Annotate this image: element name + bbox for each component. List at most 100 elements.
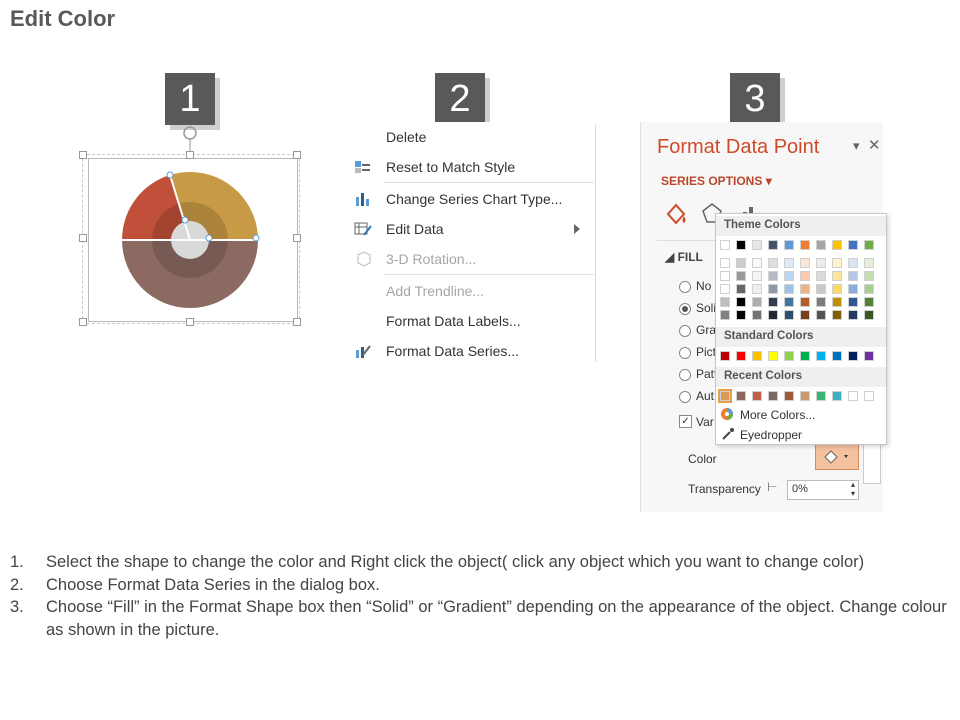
color-swatch[interactable]: [864, 297, 874, 307]
color-swatch[interactable]: [784, 310, 794, 320]
color-swatch[interactable]: [784, 351, 794, 361]
color-swatch[interactable]: [768, 297, 778, 307]
color-swatch[interactable]: [864, 351, 874, 361]
menu-item-change-chart-type[interactable]: Change Series Chart Type...: [348, 186, 594, 212]
color-swatch[interactable]: [736, 391, 746, 401]
resize-handle[interactable]: [293, 318, 301, 326]
color-swatch[interactable]: [816, 271, 826, 281]
color-swatch[interactable]: [736, 240, 746, 250]
color-swatch[interactable]: [784, 284, 794, 294]
color-swatch[interactable]: [816, 240, 826, 250]
radio-solid-fill[interactable]: [679, 303, 691, 315]
more-colors-link[interactable]: More Colors...: [740, 408, 815, 422]
color-swatch[interactable]: [864, 240, 874, 250]
color-swatch[interactable]: [800, 391, 810, 401]
color-swatch[interactable]: [784, 240, 794, 250]
radio-no-fill[interactable]: [679, 281, 691, 293]
color-swatch[interactable]: [864, 271, 874, 281]
color-swatch[interactable]: [800, 271, 810, 281]
color-swatch[interactable]: [800, 284, 810, 294]
spinner-icon[interactable]: ▴ ▾: [851, 480, 855, 498]
color-swatch[interactable]: [768, 271, 778, 281]
color-swatch[interactable]: [752, 351, 762, 361]
color-swatch[interactable]: [848, 258, 858, 268]
close-icon[interactable]: ✕: [868, 136, 881, 154]
color-swatch[interactable]: [720, 258, 730, 268]
color-swatch[interactable]: [800, 351, 810, 361]
resize-handle[interactable]: [186, 318, 194, 326]
color-swatch[interactable]: [848, 351, 858, 361]
fill-line-icon[interactable]: [663, 202, 689, 226]
color-swatch[interactable]: [848, 240, 858, 250]
color-swatch[interactable]: [752, 258, 762, 268]
color-swatch[interactable]: [736, 310, 746, 320]
color-swatch[interactable]: [736, 258, 746, 268]
color-swatch[interactable]: [832, 284, 842, 294]
fill-color-button[interactable]: [815, 444, 859, 470]
color-swatch[interactable]: [816, 284, 826, 294]
color-swatch[interactable]: [800, 297, 810, 307]
color-swatch[interactable]: [848, 271, 858, 281]
rotate-handle-icon[interactable]: [180, 124, 200, 152]
resize-handle[interactable]: [79, 318, 87, 326]
color-swatch[interactable]: [848, 297, 858, 307]
menu-item-reset-style[interactable]: Reset to Match Style: [348, 154, 594, 180]
color-swatch[interactable]: [832, 351, 842, 361]
resize-handle[interactable]: [293, 151, 301, 159]
color-swatch[interactable]: [752, 240, 762, 250]
color-swatch[interactable]: [800, 258, 810, 268]
pane-options-dropdown-icon[interactable]: ▾: [853, 138, 860, 154]
menu-item-add-trendline[interactable]: Add Trendline...: [348, 278, 594, 304]
color-swatch[interactable]: [720, 284, 730, 294]
color-swatch[interactable]: [816, 258, 826, 268]
color-swatch[interactable]: [768, 284, 778, 294]
fill-section-toggle[interactable]: ◢ FILL: [665, 250, 703, 264]
color-swatch[interactable]: [816, 351, 826, 361]
color-swatch[interactable]: [768, 351, 778, 361]
color-swatch[interactable]: [752, 391, 762, 401]
color-swatch[interactable]: [784, 271, 794, 281]
color-swatch[interactable]: [752, 271, 762, 281]
color-swatch[interactable]: [784, 297, 794, 307]
transparency-slider[interactable]: ⊢: [767, 480, 777, 494]
color-swatch[interactable]: [848, 391, 858, 401]
color-swatch[interactable]: [864, 310, 874, 320]
point-handle[interactable]: [252, 234, 260, 242]
color-swatch[interactable]: [736, 284, 746, 294]
menu-item-format-data-labels[interactable]: Format Data Labels...: [348, 308, 594, 334]
color-swatch[interactable]: [752, 297, 762, 307]
color-swatch[interactable]: [720, 351, 730, 361]
color-swatch[interactable]: [864, 258, 874, 268]
eyedropper-button[interactable]: Eyedropper: [740, 428, 802, 442]
menu-item-3d-rotation[interactable]: 3-D Rotation...: [348, 246, 594, 272]
color-swatch[interactable]: [832, 297, 842, 307]
color-swatch[interactable]: [720, 310, 730, 320]
color-swatch[interactable]: [768, 258, 778, 268]
color-swatch[interactable]: [784, 391, 794, 401]
resize-handle[interactable]: [79, 234, 87, 242]
color-swatch[interactable]: [718, 389, 732, 403]
menu-item-edit-data[interactable]: Edit Data: [348, 216, 594, 242]
color-swatch[interactable]: [832, 240, 842, 250]
series-options-dropdown[interactable]: SERIES OPTIONS ▾: [661, 174, 772, 188]
color-swatch[interactable]: [848, 284, 858, 294]
color-swatch[interactable]: [816, 297, 826, 307]
color-swatch[interactable]: [720, 271, 730, 281]
color-swatch[interactable]: [768, 240, 778, 250]
color-swatch[interactable]: [816, 310, 826, 320]
point-handle[interactable]: [205, 234, 213, 242]
color-swatch[interactable]: [720, 240, 730, 250]
menu-item-delete[interactable]: Delete: [348, 124, 594, 150]
radio-pattern-fill[interactable]: [679, 369, 691, 381]
point-handle[interactable]: [181, 216, 189, 224]
color-swatch[interactable]: [832, 391, 842, 401]
color-swatch[interactable]: [832, 271, 842, 281]
vary-colors-checkbox[interactable]: ✓: [679, 415, 692, 428]
color-swatch[interactable]: [832, 258, 842, 268]
radio-picture-fill[interactable]: [679, 347, 691, 359]
color-swatch[interactable]: [848, 310, 858, 320]
resize-handle[interactable]: [293, 234, 301, 242]
radio-automatic-fill[interactable]: [679, 391, 691, 403]
color-swatch[interactable]: [800, 310, 810, 320]
color-swatch[interactable]: [864, 284, 874, 294]
